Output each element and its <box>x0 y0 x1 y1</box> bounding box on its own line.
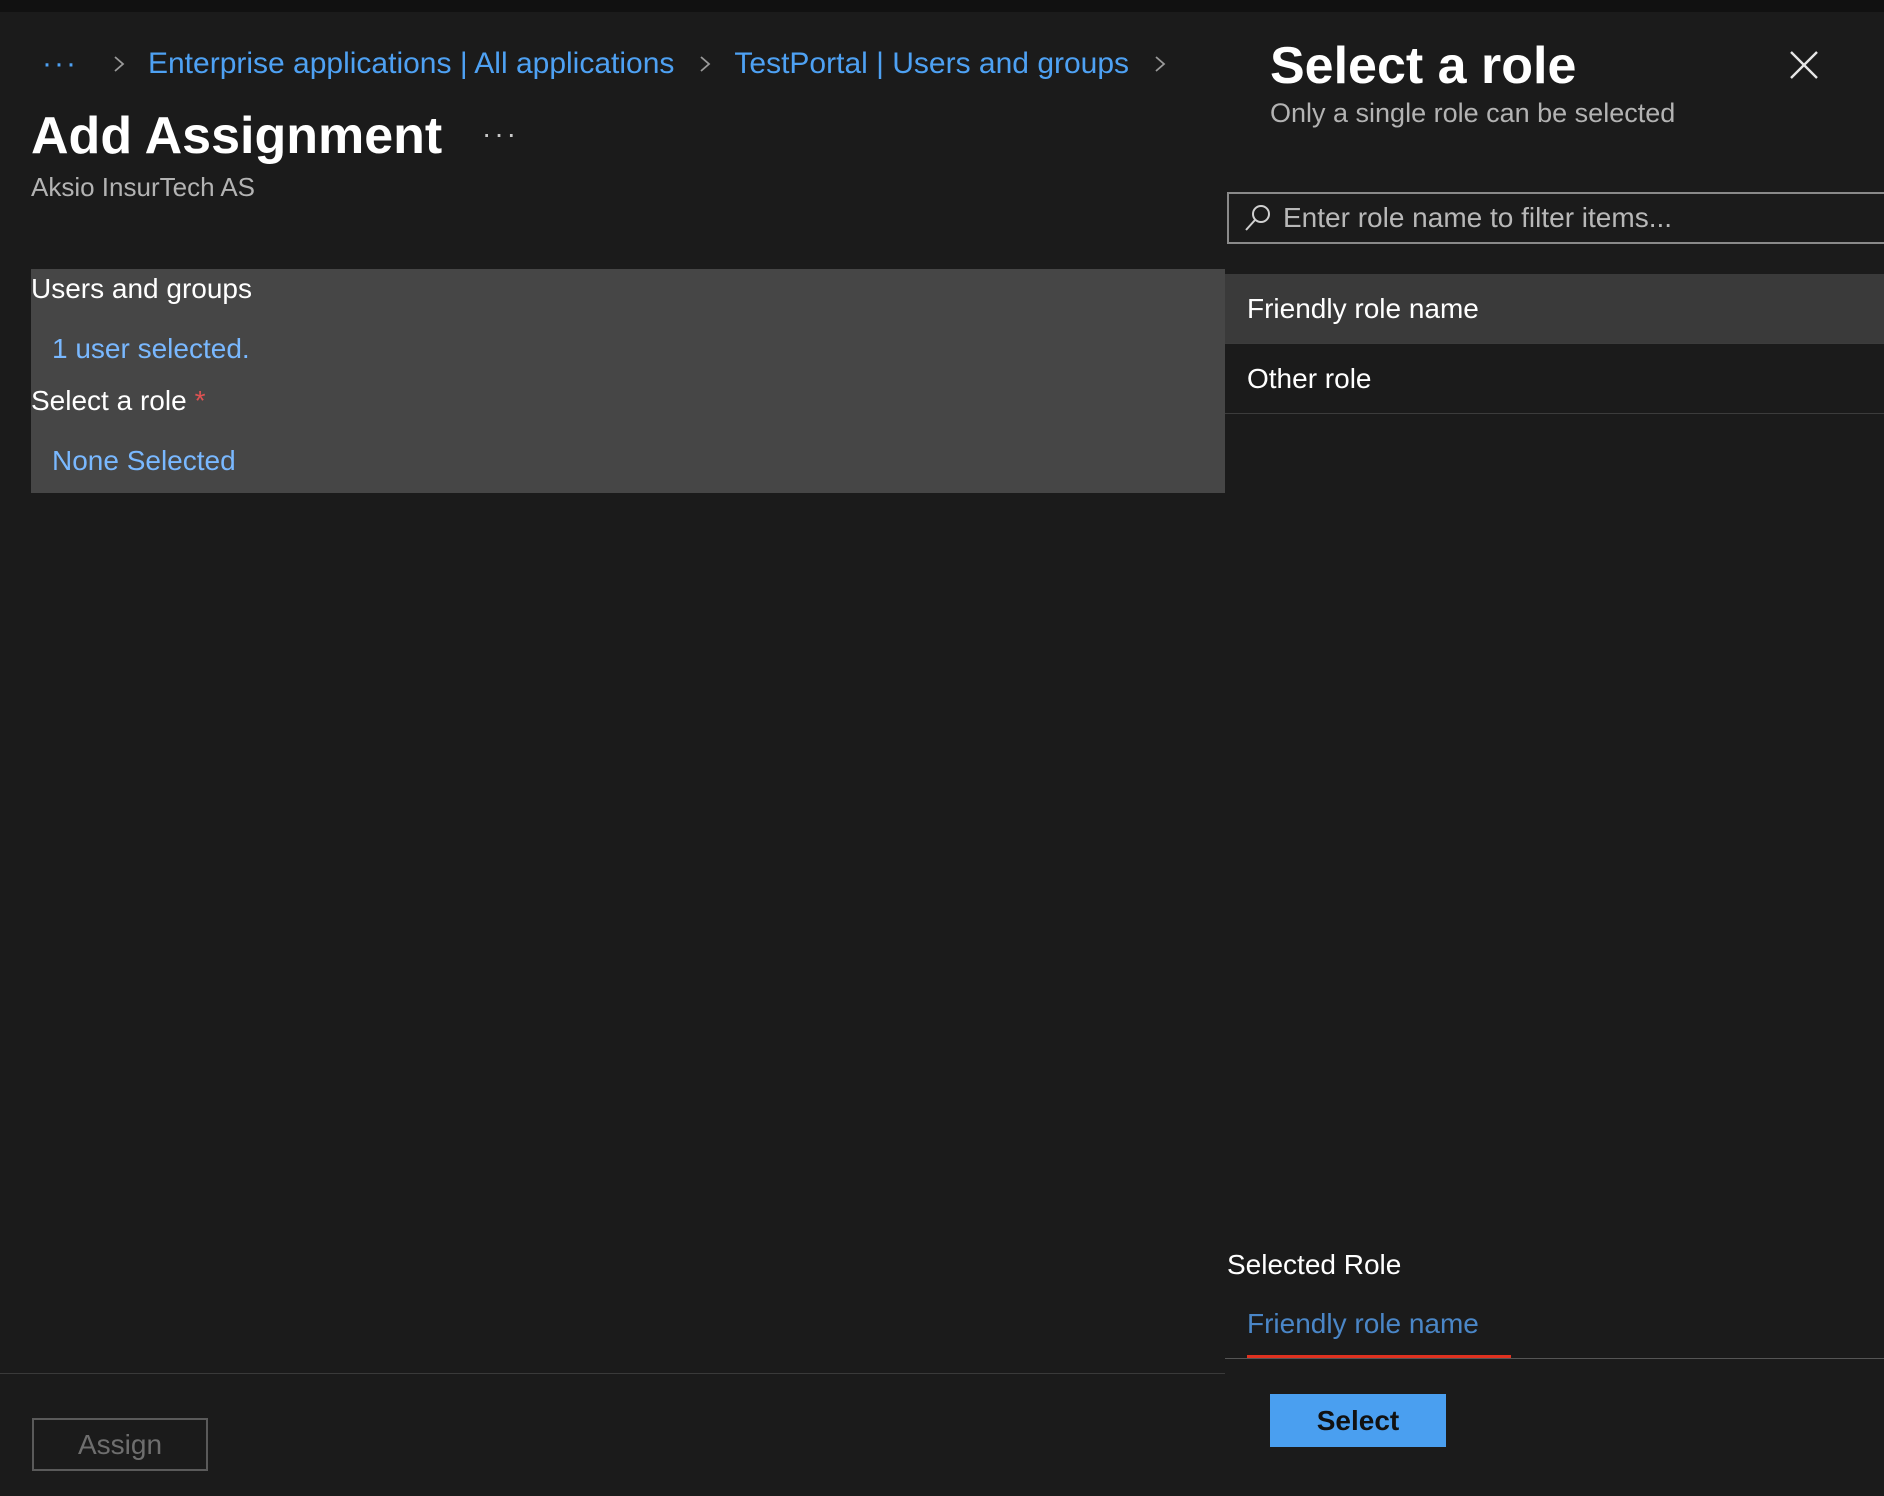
role-none-selected-link[interactable]: None Selected <box>52 445 236 477</box>
breadcrumb: ··· Enterprise applications | All applic… <box>42 44 1189 84</box>
users-and-groups-label: Users and groups <box>31 273 253 304</box>
assign-button[interactable]: Assign <box>32 1418 208 1471</box>
users-selected-link[interactable]: 1 user selected. <box>52 333 250 365</box>
role-item-friendly-role-name[interactable]: Friendly role name <box>1225 274 1884 344</box>
assignment-form: Users and groups 1 user selected. Select… <box>31 269 1225 493</box>
breadcrumb-more-button[interactable]: ··· <box>42 49 78 79</box>
panel-title: Select a role <box>1270 37 1577 95</box>
required-marker: * <box>194 385 206 416</box>
close-icon[interactable] <box>1787 48 1821 82</box>
role-item-label: Friendly role name <box>1247 292 1479 324</box>
role-list: Friendly role name Other role <box>1225 274 1884 414</box>
page-title: Add Assignment <box>31 107 443 165</box>
panel-subtitle: Only a single role can be selected <box>1270 98 1676 128</box>
select-role-label: Select a role * <box>31 385 206 417</box>
select-button[interactable]: Select <box>1270 1394 1446 1447</box>
chevron-right-icon <box>114 56 125 72</box>
main-pane: ··· Enterprise applications | All applic… <box>0 12 1225 1496</box>
breadcrumb-users-and-groups[interactable]: TestPortal | Users and groups <box>734 47 1129 81</box>
select-role-label-text: Select a role <box>31 385 187 416</box>
top-bar <box>0 0 1884 12</box>
more-options-button[interactable]: ··· <box>482 118 519 150</box>
page-subtitle: Aksio InsurTech AS <box>31 172 255 202</box>
role-item-label: Other role <box>1247 362 1372 394</box>
select-role-panel: Select a role Only a single role can be … <box>1225 12 1884 1496</box>
role-search-box <box>1227 192 1884 244</box>
search-icon <box>1245 205 1270 231</box>
selected-role-value[interactable]: Friendly role name <box>1247 1308 1479 1340</box>
footer-divider <box>0 1373 1225 1374</box>
breadcrumb-enterprise-applications[interactable]: Enterprise applications | All applicatio… <box>148 47 674 81</box>
selected-role-divider <box>1225 1358 1884 1359</box>
selected-role-label: Selected Role <box>1227 1249 1402 1280</box>
chevron-right-icon <box>700 56 711 72</box>
chevron-right-icon <box>1155 56 1166 72</box>
role-item-other-role[interactable]: Other role <box>1225 344 1884 414</box>
role-search-input[interactable] <box>1283 202 1884 234</box>
